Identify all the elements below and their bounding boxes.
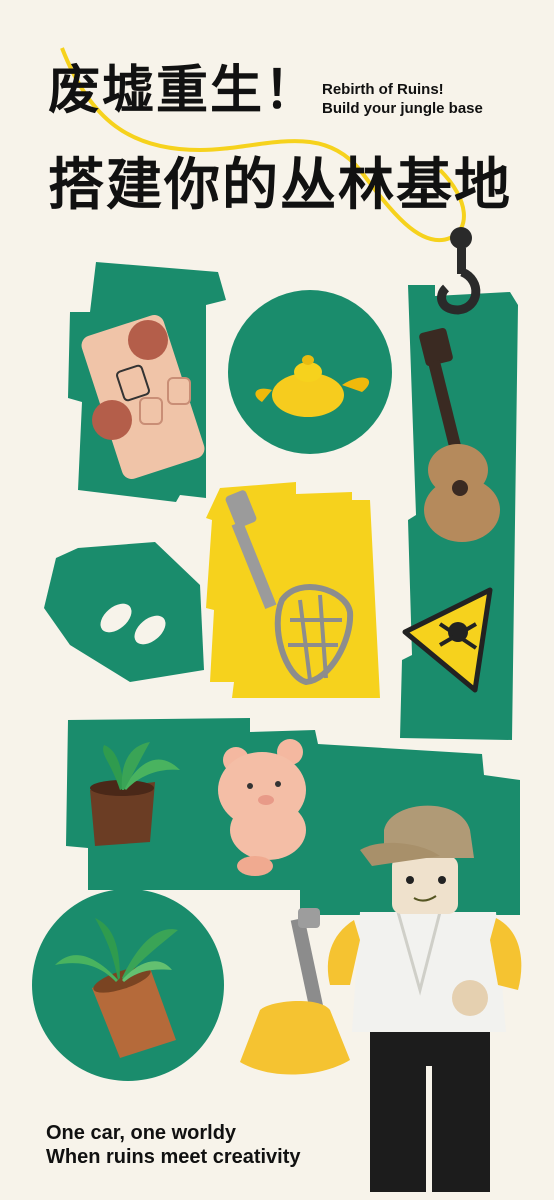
footer-line2: When ruins meet creativity [46, 1146, 301, 1168]
footer-line1: One car, one worldy [46, 1122, 237, 1144]
title-english-line1: Rebirth of Ruins! [322, 81, 444, 98]
title-english-line2: Build your jungle base [322, 100, 483, 117]
title-english: Rebirth of Ruins! Build your jungle base [322, 80, 483, 118]
footer-tagline: One car, one worldy When ruins meet crea… [46, 1121, 301, 1169]
title-chinese-line1: 废墟重生！ [48, 61, 319, 121]
title-chinese-line2: 搭建你的丛林基地 [48, 153, 512, 218]
broom-icon [240, 908, 350, 1075]
poster: 废墟重生！ 搭建你的丛林基地 Rebirth of Ruins! Build y… [0, 0, 554, 1200]
